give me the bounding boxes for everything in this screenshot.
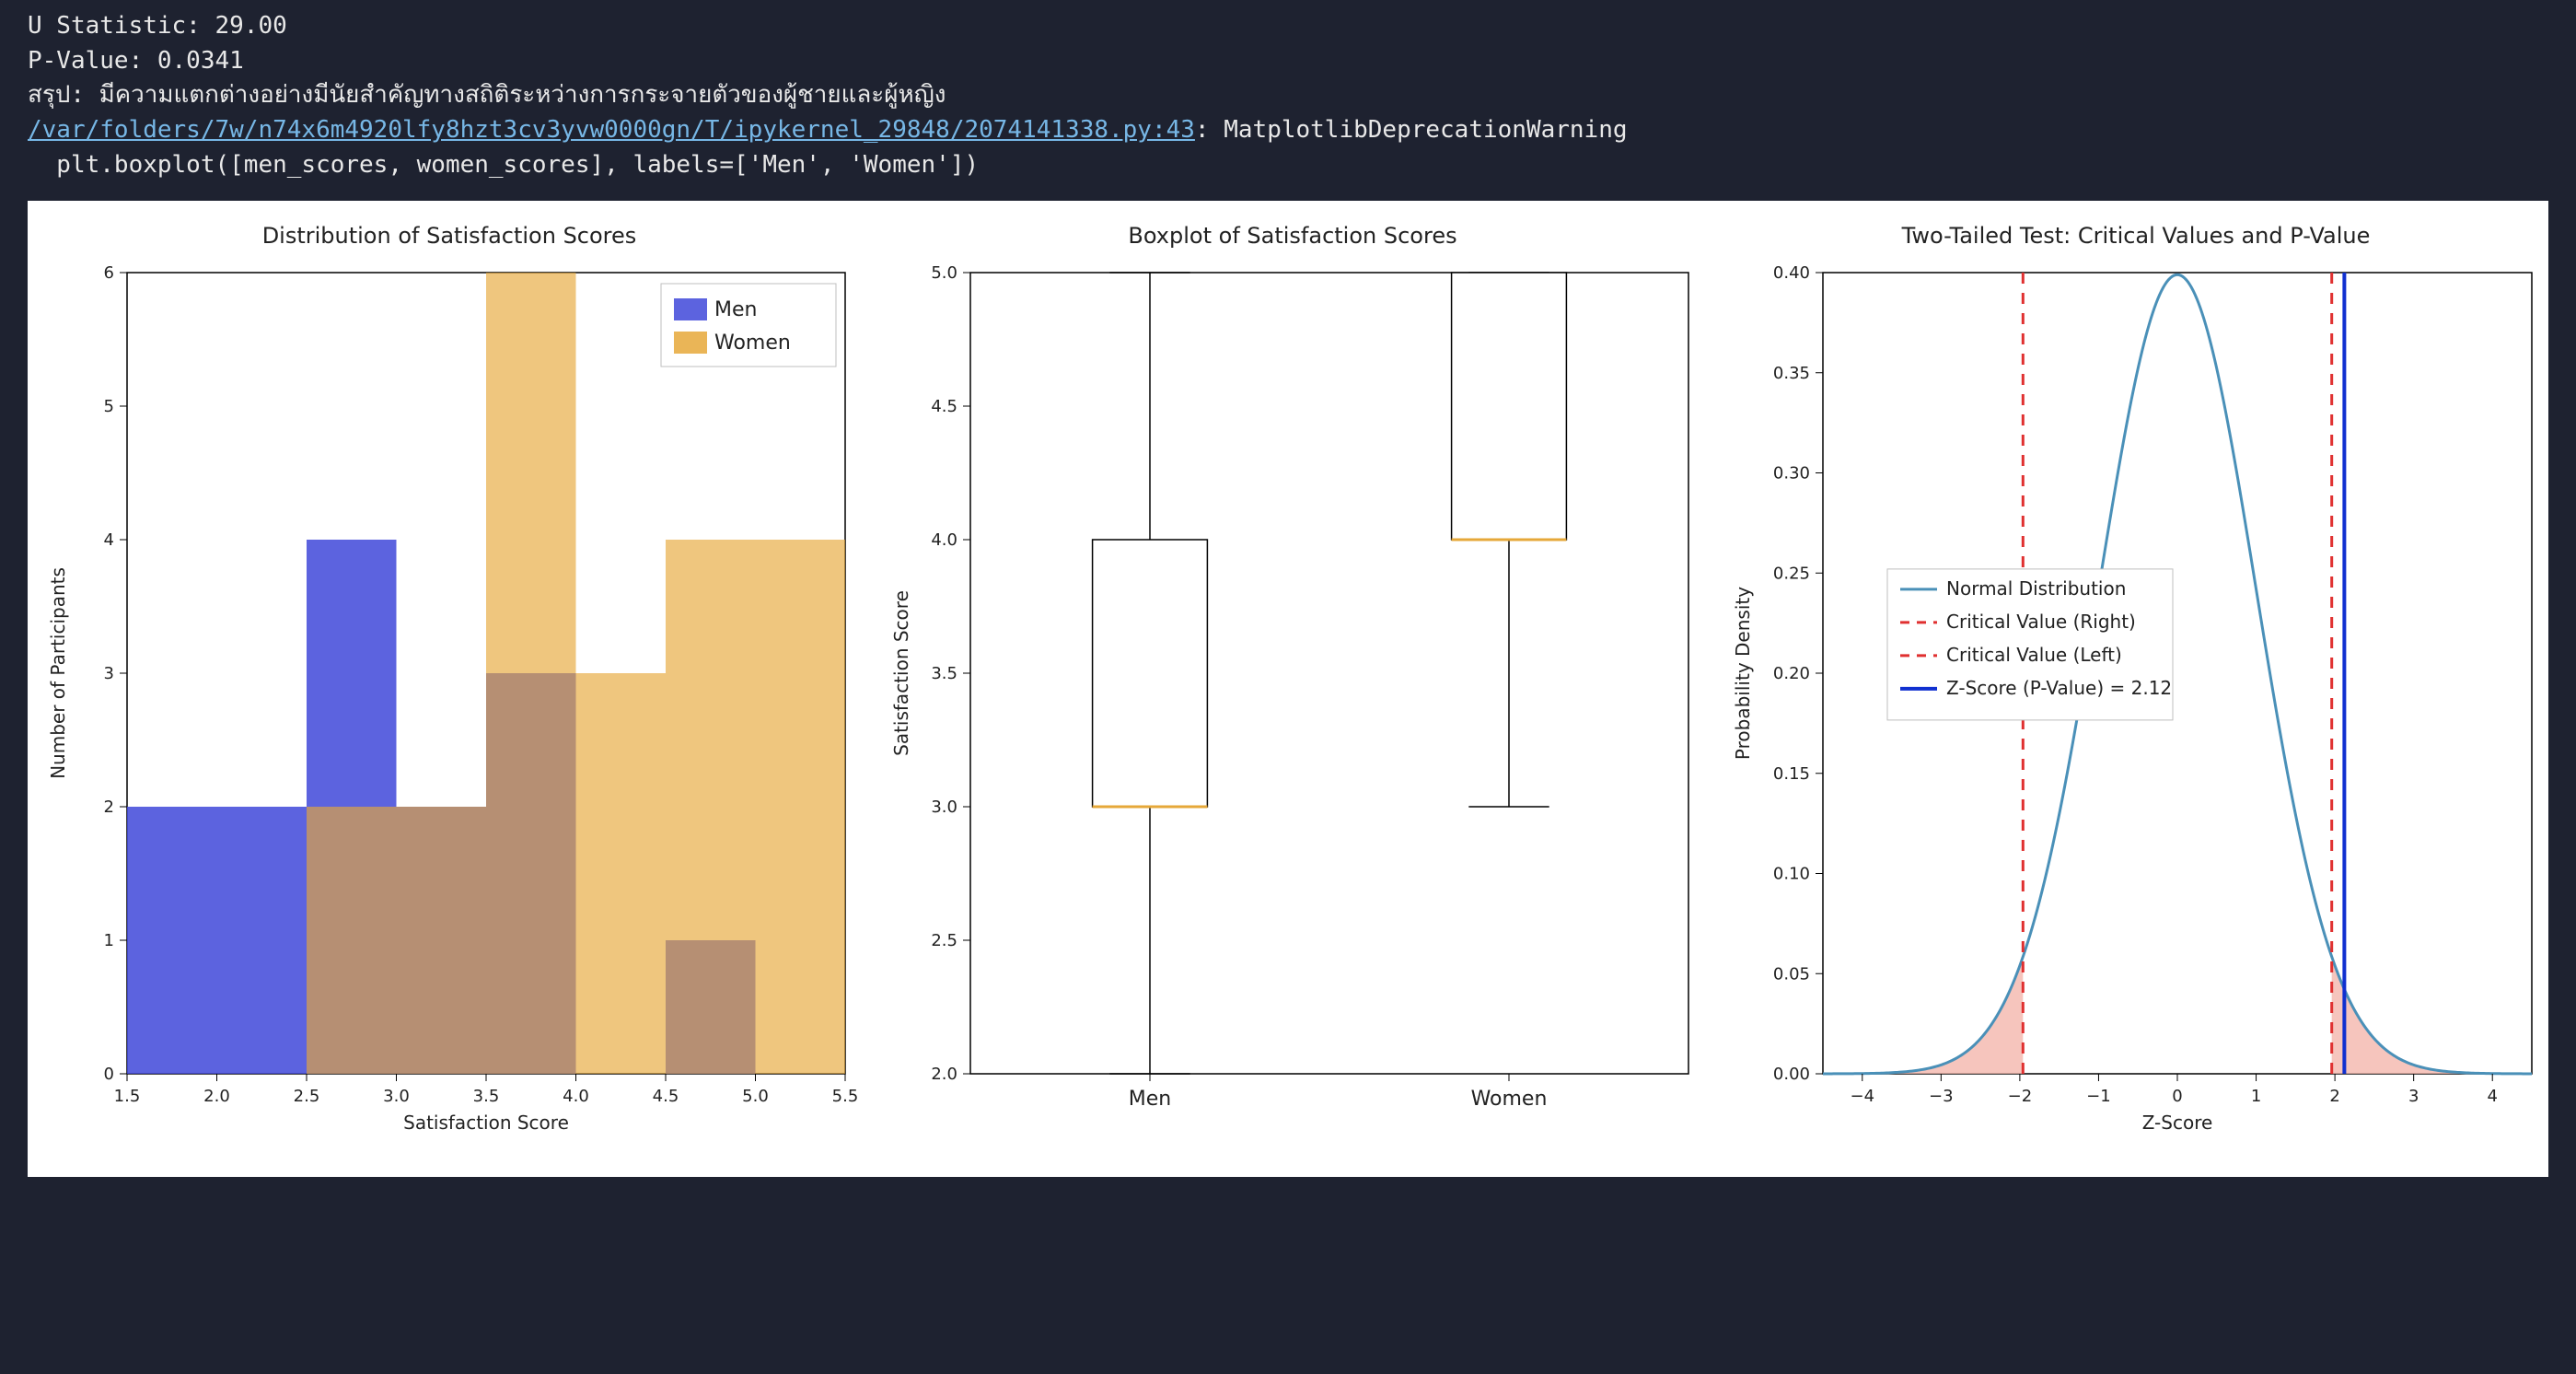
- stat-u-line: U Statistic: 29.00: [28, 12, 287, 40]
- svg-text:Women: Women: [714, 332, 791, 355]
- svg-text:1: 1: [2251, 1087, 2261, 1106]
- svg-text:0.00: 0.00: [1773, 1065, 1810, 1084]
- svg-text:3.0: 3.0: [383, 1087, 410, 1106]
- normal-panel: Two-Tailed Test: Critical Values and P-V…: [1714, 201, 2558, 1177]
- chart-title: Boxplot of Satisfaction Scores: [878, 223, 1707, 249]
- normal-svg: −4 −3 −2 −1 0 1 2 3 4 0.00 0.05 0.10 0.15 0.20 0.25 0.3…: [1722, 254, 2550, 1157]
- svg-text:4.0: 4.0: [563, 1087, 589, 1106]
- histogram-svg: 1.5 2.0 2.5 3.0 3.5 4.0 4.5 5.0 5.5 0 1 2 3 4 5 6 Satisf…: [35, 254, 864, 1157]
- svg-text:−2: −2: [2008, 1087, 2033, 1106]
- svg-text:1.5: 1.5: [114, 1087, 141, 1106]
- svg-text:Z-Score (P-Value) = 2.12: Z-Score (P-Value) = 2.12: [1946, 677, 2172, 699]
- svg-text:0: 0: [2172, 1087, 2182, 1106]
- svg-text:2.0: 2.0: [931, 1065, 957, 1084]
- svg-text:Normal Distribution: Normal Distribution: [1946, 577, 2126, 600]
- svg-text:Critical Value (Left): Critical Value (Left): [1946, 644, 2122, 666]
- svg-text:Number of Participants: Number of Participants: [47, 568, 69, 780]
- svg-text:Satisfaction Score: Satisfaction Score: [890, 591, 912, 757]
- svg-text:5.0: 5.0: [742, 1087, 769, 1106]
- warning-path-link[interactable]: /var/folders/7w/n74x6m4920lfy8hzt3cv3yvw…: [28, 116, 1195, 144]
- svg-text:0.20: 0.20: [1773, 664, 1810, 683]
- svg-text:5: 5: [104, 397, 114, 416]
- svg-text:−4: −4: [1851, 1087, 1875, 1106]
- svg-text:4.5: 4.5: [931, 397, 957, 416]
- svg-text:4.5: 4.5: [653, 1087, 679, 1106]
- svg-text:Men: Men: [1129, 1088, 1171, 1111]
- svg-text:2: 2: [104, 798, 114, 817]
- svg-text:3: 3: [2408, 1087, 2419, 1106]
- svg-text:0.40: 0.40: [1773, 263, 1810, 283]
- svg-text:Men: Men: [714, 298, 757, 321]
- svg-text:3.5: 3.5: [473, 1087, 500, 1106]
- svg-text:Women: Women: [1471, 1088, 1548, 1111]
- svg-text:6: 6: [104, 263, 114, 283]
- svg-text:0.35: 0.35: [1773, 364, 1810, 383]
- svg-text:−3: −3: [1929, 1087, 1954, 1106]
- svg-text:4: 4: [2487, 1087, 2497, 1106]
- svg-text:0.15: 0.15: [1773, 764, 1810, 784]
- svg-text:Z-Score: Z-Score: [2142, 1112, 2213, 1134]
- svg-text:4.0: 4.0: [931, 530, 957, 550]
- boxplot-svg: Men Women 2.0 2.5 3.0 3.5 4.0 4.5 5.0 Satisfactio…: [878, 254, 1707, 1157]
- chart-title: Distribution of Satisfaction Scores: [35, 223, 864, 249]
- svg-text:0.25: 0.25: [1773, 565, 1810, 584]
- svg-text:−1: −1: [2086, 1087, 2111, 1106]
- svg-text:3: 3: [104, 664, 114, 683]
- boxplot-panel: Boxplot of Satisfaction Scores Men Women 2…: [871, 201, 1714, 1177]
- plots-row: Distribution of Satisfaction Scores 1.5 2…: [28, 201, 2548, 1177]
- svg-text:Probability Density: Probability Density: [1732, 587, 1754, 760]
- histogram-panel: Distribution of Satisfaction Scores 1.5 2…: [28, 201, 871, 1177]
- svg-text:2: 2: [2329, 1087, 2339, 1106]
- svg-text:0.10: 0.10: [1773, 865, 1810, 884]
- svg-text:Satisfaction Score: Satisfaction Score: [403, 1112, 569, 1134]
- svg-text:2.5: 2.5: [931, 931, 957, 950]
- svg-text:5.0: 5.0: [931, 263, 957, 283]
- warning-suffix: : MatplotlibDeprecationWarning: [1195, 116, 1628, 144]
- svg-text:3.0: 3.0: [931, 798, 957, 817]
- svg-text:2.0: 2.0: [203, 1087, 230, 1106]
- svg-text:4: 4: [104, 530, 114, 550]
- svg-text:Critical Value (Right): Critical Value (Right): [1946, 611, 2136, 633]
- chart-title: Two-Tailed Test: Critical Values and P-V…: [1722, 223, 2550, 249]
- svg-text:5.5: 5.5: [832, 1087, 859, 1106]
- stat-p-line: P-Value: 0.0341: [28, 47, 244, 75]
- svg-text:0.30: 0.30: [1773, 464, 1810, 483]
- console-output: U Statistic: 29.00 P-Value: 0.0341 สรุป:…: [0, 0, 2576, 193]
- code-line: plt.boxplot([men_scores, women_scores], …: [28, 151, 979, 179]
- svg-text:3.5: 3.5: [931, 664, 957, 683]
- svg-text:1: 1: [104, 931, 114, 950]
- svg-text:2.5: 2.5: [294, 1087, 320, 1106]
- svg-text:0: 0: [104, 1065, 114, 1084]
- summary-line: สรุป: มีความแตกต่างอย่างมีนัยสำคัญทางสถิ…: [28, 81, 946, 109]
- svg-text:0.05: 0.05: [1773, 965, 1810, 984]
